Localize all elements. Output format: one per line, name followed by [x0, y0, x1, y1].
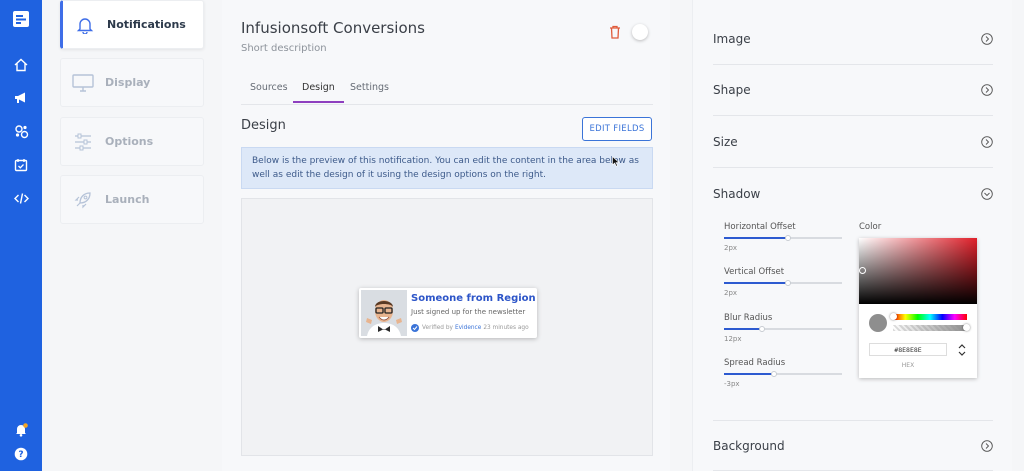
color-swatch	[869, 314, 887, 332]
accordion-shadow[interactable]: Shadow	[713, 168, 993, 219]
saturation-handle[interactable]	[859, 267, 866, 274]
left-nav-rail: ?	[0, 0, 42, 471]
slider-handle[interactable]	[770, 371, 777, 377]
main-panel: Infusionsoft Conversions Short descripti…	[222, 0, 670, 471]
accordion-label: Image	[713, 32, 751, 46]
slider-handle[interactable]	[784, 235, 791, 241]
tab-design[interactable]: Design	[293, 82, 344, 103]
slider-value: 2px	[724, 289, 738, 297]
tab-settings[interactable]: Settings	[350, 82, 389, 101]
chevron-down-icon	[981, 187, 993, 200]
vertical-offset-control: Vertical Offset 2px	[724, 267, 842, 297]
integrations-icon[interactable]	[11, 121, 31, 141]
hue-slider[interactable]	[893, 314, 967, 320]
slider-handle[interactable]	[758, 326, 765, 332]
section-title: Design	[241, 118, 286, 133]
vertical-offset-slider[interactable]	[724, 280, 842, 286]
slider-value: 12px	[724, 335, 742, 343]
notification-card[interactable]: Someone from Region Just signed up for t…	[359, 288, 537, 338]
slider-label: Spread Radius	[724, 358, 786, 368]
verified-prefix: Verified by	[422, 325, 453, 331]
accordion-shape[interactable]: Shape	[713, 65, 993, 116]
info-banner: Below is the preview of this notificatio…	[241, 147, 653, 189]
steps-column: Notifications Display Options Launch	[42, 0, 222, 471]
megaphone-icon[interactable]	[11, 88, 31, 108]
accordion-label: Size	[713, 135, 738, 149]
edit-fields-button[interactable]: EDIT FIELDS	[582, 117, 652, 141]
verified-brand: Evidence	[454, 325, 482, 331]
bell-icon	[63, 16, 107, 34]
up-down-arrows-icon[interactable]	[957, 342, 967, 358]
time-ago: 23 minutes ago	[483, 325, 529, 331]
accordion-label: Shadow	[713, 186, 761, 201]
rocket-icon	[61, 191, 105, 209]
slider-fill	[724, 328, 762, 330]
page-subtitle[interactable]: Short description	[241, 43, 327, 54]
page-title: Infusionsoft Conversions	[241, 19, 425, 37]
horizontal-offset-slider[interactable]	[724, 235, 842, 241]
slider-handle[interactable]	[784, 280, 791, 286]
accordion-background[interactable]: Background	[713, 420, 993, 471]
spread-radius-control: Spread Radius -3px	[724, 358, 842, 388]
tab-sources[interactable]: Sources	[250, 82, 288, 101]
notification-message: Just signed up for the newsletter	[411, 308, 526, 316]
svg-text:?: ?	[18, 450, 23, 460]
chevron-right-icon	[981, 84, 993, 96]
step-options[interactable]: Options	[60, 117, 204, 166]
home-icon[interactable]	[11, 55, 31, 75]
alpha-handle[interactable]	[963, 324, 970, 331]
tab-bar: Sources Design Settings	[241, 76, 653, 105]
slider-fill	[724, 282, 788, 284]
hex-label: HEX	[901, 362, 915, 369]
step-launch[interactable]: Launch	[60, 175, 204, 224]
app-logo-icon[interactable]	[11, 9, 31, 29]
active-toggle[interactable]	[632, 24, 648, 40]
help-icon[interactable]: ?	[11, 444, 31, 464]
step-label: Notifications	[107, 18, 186, 31]
accordion-image[interactable]: Image	[713, 14, 993, 65]
notification-title: Someone from Region	[411, 293, 536, 304]
verified-check-icon	[411, 324, 419, 332]
blur-radius-slider[interactable]	[724, 326, 842, 332]
calendar-check-icon[interactable]	[11, 155, 31, 175]
accordion-label: Background	[713, 438, 785, 453]
slider-label: Blur Radius	[724, 313, 773, 323]
slider-fill	[724, 237, 788, 239]
code-icon[interactable]	[11, 188, 31, 208]
accordion-size[interactable]: Size	[713, 117, 993, 168]
mouse-cursor-icon	[612, 152, 620, 171]
color-label: Color	[859, 222, 882, 232]
chevron-right-icon	[981, 439, 993, 452]
accordion-label: Shape	[713, 83, 751, 97]
spread-radius-slider[interactable]	[724, 371, 842, 377]
hue-handle[interactable]	[890, 313, 897, 320]
notification-bell-icon[interactable]	[11, 420, 31, 440]
alpha-slider[interactable]	[893, 325, 967, 331]
avatar	[361, 290, 407, 336]
verified-line: Verified by Evidence 23 minutes ago	[411, 324, 529, 332]
slider-value: -3px	[724, 380, 740, 388]
saturation-area[interactable]	[859, 238, 977, 304]
hex-input[interactable]: #8E8E8E	[869, 343, 947, 356]
blur-radius-control: Blur Radius 12px	[724, 313, 842, 343]
horizontal-offset-control: Horizontal Offset 2px	[724, 222, 842, 252]
sliders-icon	[61, 133, 105, 151]
slider-value: 2px	[724, 244, 738, 252]
trash-icon[interactable]	[609, 24, 623, 39]
chevron-right-icon	[981, 33, 993, 45]
monitor-icon	[61, 73, 105, 92]
chevron-right-icon	[981, 136, 993, 148]
slider-fill	[724, 373, 774, 375]
step-notifications[interactable]: Notifications	[60, 0, 204, 49]
step-label: Launch	[105, 193, 150, 206]
notification-preview-area: Someone from Region Just signed up for t…	[241, 198, 653, 456]
step-label: Display	[105, 76, 151, 89]
step-label: Options	[105, 135, 154, 148]
step-display[interactable]: Display	[60, 58, 204, 107]
color-picker: #8E8E8E HEX	[859, 238, 977, 378]
slider-label: Vertical Offset	[724, 267, 785, 277]
slider-label: Horizontal Offset	[724, 222, 796, 232]
